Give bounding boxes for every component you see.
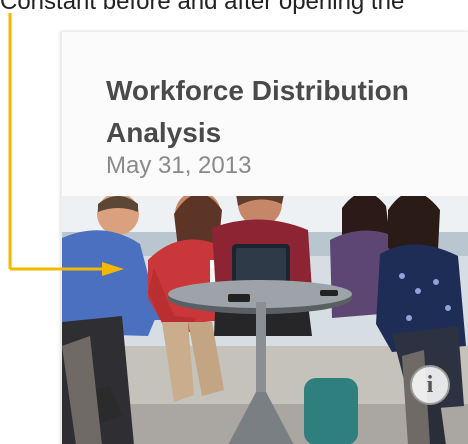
info-button[interactable]: i <box>410 365 450 405</box>
callout-caption: Constant before and after opening the <box>0 0 405 15</box>
card-photo <box>62 196 468 444</box>
card-title: Workforce Distribution Analysis <box>106 75 409 148</box>
info-icon: i <box>426 371 434 398</box>
screenshot-canvas: Constant before and after opening the Wo… <box>0 0 468 444</box>
card-header: Workforce Distribution Analysis May 31, … <box>62 32 468 196</box>
meeting-photo <box>62 196 468 444</box>
report-card[interactable]: Workforce Distribution Analysis May 31, … <box>61 31 468 444</box>
card-date: May 31, 2013 <box>106 152 252 179</box>
